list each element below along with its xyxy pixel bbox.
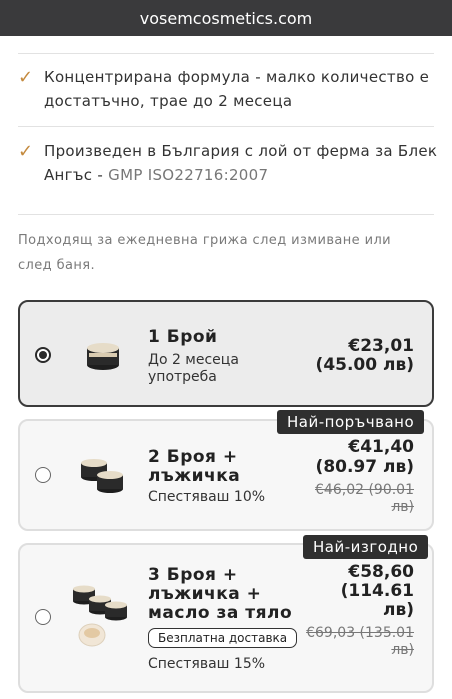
option-title: 2 Броя + лъжичка <box>148 447 241 486</box>
option-price: €23,01 <box>348 336 414 356</box>
option-price: €58,60 <box>348 562 414 582</box>
radio-selected[interactable] <box>35 347 51 363</box>
option-title: 1 Брой <box>148 327 218 347</box>
radio-unselected[interactable] <box>35 609 51 625</box>
url-text: vosemcosmetics.com <box>139 8 313 28</box>
free-shipping-pill: Безплатна доставка <box>148 628 298 648</box>
option-subtitle: Спестяваш 15% <box>148 656 266 672</box>
option-old-price: €46,02 (90.01 лв) <box>315 482 414 515</box>
option-subtitle: Спестяваш 10% <box>148 489 266 505</box>
divider <box>18 214 434 215</box>
product-jar-icon <box>87 343 119 370</box>
bundle-option-2[interactable]: 2 Броя + лъжичка Спестяваш 10% €41,40 (8… <box>18 419 434 531</box>
browser-address-bar[interactable]: vosemcosmetics.com <box>0 0 452 36</box>
option-price: €41,40 <box>348 437 414 457</box>
product-jars-icon <box>81 459 123 493</box>
option-title: 3 Броя + лъжичка + масло за тяло <box>148 565 293 623</box>
divider <box>18 53 434 54</box>
feature-item: ✓ Концентрирана формула - малко количест… <box>18 65 434 115</box>
option-subtitle: До 2 месеца употреба <box>148 352 239 385</box>
feature-text: Произведен в България с лой от ферма за … <box>44 142 438 184</box>
check-icon: ✓ <box>18 67 34 88</box>
bundle-option-3[interactable]: 3 Броя + лъжичка + масло за тяло Безплат… <box>18 543 434 693</box>
badge-most-ordered: Най-поръчвано <box>277 410 425 434</box>
usage-note: Подходящ за ежедневна грижа след измиван… <box>18 233 392 273</box>
badge-best-value: Най-изгодно <box>303 535 429 559</box>
check-icon: ✓ <box>18 141 34 162</box>
option-old-price: €69,03 (135.01 лв) <box>306 625 414 658</box>
radio-unselected[interactable] <box>35 467 51 483</box>
divider <box>18 126 434 127</box>
feature-text: Концентрирана формула - малко количество… <box>44 68 430 110</box>
cut-off-text: , <box>18 27 23 35</box>
option-price-bgn: (45.00 лв) <box>315 355 414 375</box>
product-set-icon <box>73 585 127 647</box>
feature-item: ✓ Произведен в България с лой от ферма з… <box>18 139 437 189</box>
option-price-bgn: (80.97 лв) <box>315 457 414 477</box>
bundle-option-1[interactable]: 1 Брой До 2 месеца употреба €23,01 (45.0… <box>18 300 434 407</box>
option-price-bgn: (114.61 лв) <box>340 581 414 620</box>
